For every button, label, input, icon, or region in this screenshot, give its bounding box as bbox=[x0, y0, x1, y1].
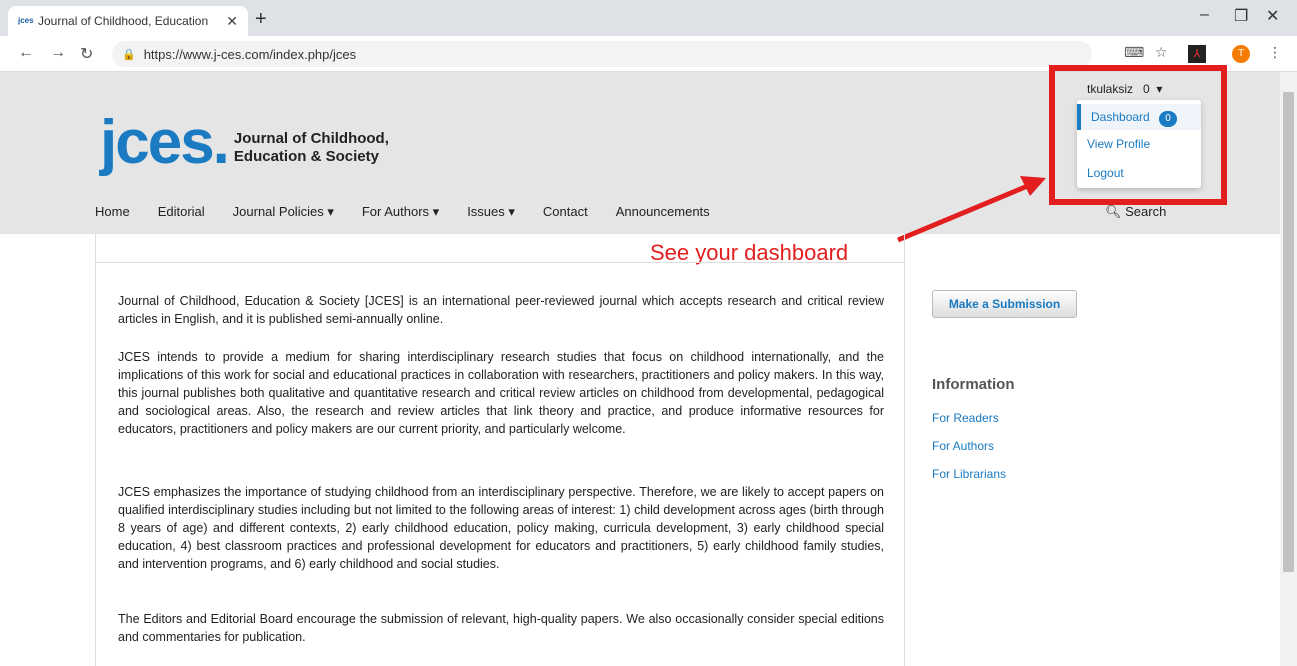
nav-editorial[interactable]: Editorial bbox=[158, 204, 205, 220]
primary-nav: Home Editorial Journal Policies ▾ For Au… bbox=[95, 204, 1166, 220]
make-submission-button[interactable]: Make a Submission bbox=[932, 290, 1077, 318]
intro-paragraph-3: JCES emphasizes the importance of studyi… bbox=[118, 485, 884, 571]
intro-paragraph-4: The Editors and Editorial Board encourag… bbox=[118, 612, 884, 644]
close-window-icon[interactable]: ✕ bbox=[1266, 6, 1279, 26]
link-for-readers[interactable]: For Readers bbox=[932, 411, 999, 425]
search-icon: 🔍︎ bbox=[1105, 204, 1122, 219]
browser-tab-bar: jces Journal of Childhood, Education ✕ +… bbox=[0, 0, 1297, 36]
back-icon[interactable]: ← bbox=[18, 44, 34, 62]
address-bar[interactable]: 🔒 https://www.j-ces.com/index.php/jces bbox=[112, 41, 1092, 67]
browser-tab[interactable]: jces Journal of Childhood, Education ✕ bbox=[8, 6, 248, 36]
bookmark-star-icon[interactable]: ☆ bbox=[1155, 44, 1168, 61]
nav-announcements[interactable]: Announcements bbox=[616, 204, 710, 220]
new-tab-icon[interactable]: + bbox=[255, 8, 267, 31]
translate-icon[interactable]: ⌨ bbox=[1124, 44, 1144, 61]
logo-mark: jces. bbox=[100, 108, 230, 177]
logo-line-1: Journal of Childhood, bbox=[233, 130, 389, 147]
intro-paragraph-2: JCES intends to provide a medium for sha… bbox=[118, 350, 884, 436]
close-tab-icon[interactable]: ✕ bbox=[226, 13, 238, 30]
tab-title: Journal of Childhood, Education bbox=[38, 14, 209, 28]
information-heading: Information bbox=[932, 376, 1015, 393]
main-content: Journal of Childhood, Education & Societ… bbox=[95, 234, 905, 666]
lock-icon: 🔒 bbox=[122, 48, 136, 61]
link-for-librarians[interactable]: For Librarians bbox=[932, 467, 1006, 481]
menu-kebab-icon[interactable]: ⋮ bbox=[1268, 44, 1282, 61]
site-favicon-icon: jces bbox=[18, 16, 34, 25]
logo-line-2: Education & Society bbox=[233, 148, 379, 165]
nav-for-authors[interactable]: For Authors ▾ bbox=[362, 204, 439, 220]
content-divider bbox=[96, 262, 905, 263]
logo-text: Journal of Childhood, Education & Societ… bbox=[234, 130, 389, 166]
intro-paragraph-1: Journal of Childhood, Education & Societ… bbox=[118, 294, 884, 326]
site-logo[interactable]: jces. Journal of Childhood, Education & … bbox=[100, 112, 389, 174]
reload-icon[interactable]: ↻ bbox=[80, 44, 93, 64]
forward-icon[interactable]: → bbox=[50, 44, 66, 62]
annotation-highlight-box bbox=[1049, 65, 1227, 205]
profile-avatar[interactable]: T bbox=[1232, 45, 1250, 63]
restore-icon[interactable]: ❐ bbox=[1234, 6, 1248, 26]
nav-issues[interactable]: Issues ▾ bbox=[467, 204, 515, 220]
minimize-icon[interactable]: – bbox=[1200, 6, 1209, 24]
nav-home[interactable]: Home bbox=[95, 204, 130, 220]
search-link[interactable]: 🔍︎ Search bbox=[1105, 204, 1166, 220]
scrollbar-thumb[interactable] bbox=[1283, 92, 1294, 572]
page-scrollbar[interactable] bbox=[1280, 72, 1297, 666]
url-text: https://www.j-ces.com/index.php/jces bbox=[143, 46, 357, 62]
link-for-authors[interactable]: For Authors bbox=[932, 439, 994, 453]
nav-contact[interactable]: Contact bbox=[543, 204, 588, 220]
nav-journal-policies[interactable]: Journal Policies ▾ bbox=[233, 204, 334, 220]
pdf-extension-icon[interactable]: ⅄ bbox=[1188, 45, 1206, 63]
search-label: Search bbox=[1125, 204, 1167, 219]
